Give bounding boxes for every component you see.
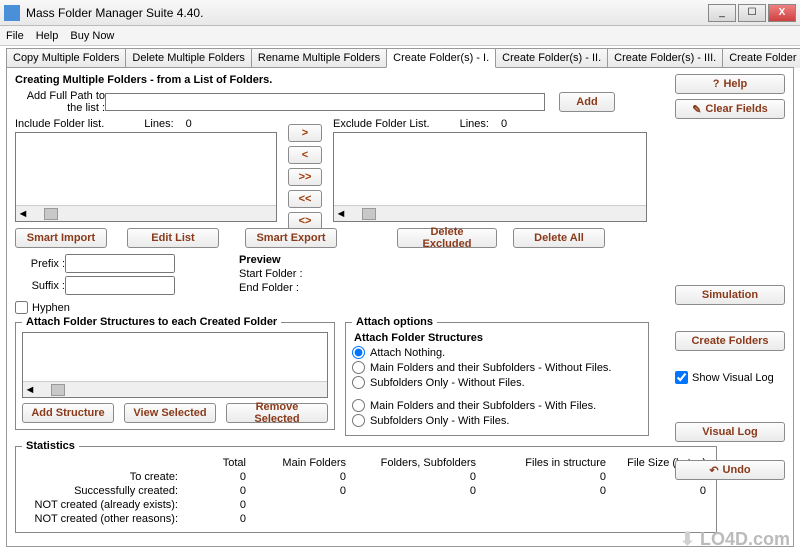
- move-left-button[interactable]: <: [288, 146, 322, 164]
- menu-help[interactable]: Help: [36, 30, 59, 42]
- opt-nothing[interactable]: Attach Nothing.: [352, 346, 642, 359]
- tab-create-2[interactable]: Create Folder(s) - II.: [495, 48, 608, 68]
- minimize-button[interactable]: _: [708, 4, 736, 22]
- smart-import-button[interactable]: Smart Import: [15, 228, 107, 248]
- include-list[interactable]: ◄: [15, 132, 277, 222]
- col-total: Total: [182, 456, 250, 470]
- remove-selected-button[interactable]: Remove Selected: [226, 403, 328, 423]
- client-area: Copy Multiple Folders Delete Multiple Fo…: [0, 46, 800, 556]
- smart-export-button[interactable]: Smart Export: [245, 228, 337, 248]
- attach-structures-group: Attach Folder Structures to each Created…: [15, 316, 335, 430]
- opt-main-with[interactable]: Main Folders and their Subfolders - With…: [352, 399, 642, 412]
- opt-sub-with[interactable]: Subfolders Only - With Files.: [352, 414, 642, 427]
- move-buttons: > < >> << <>: [288, 124, 322, 230]
- preview-label: Preview: [239, 254, 303, 266]
- close-button[interactable]: X: [768, 4, 796, 22]
- delete-excluded-button[interactable]: Delete Excluded: [397, 228, 497, 248]
- edit-list-button[interactable]: Edit List: [127, 228, 219, 248]
- menu-buy-now[interactable]: Buy Now: [70, 30, 114, 42]
- window-title: Mass Folder Manager Suite 4.40.: [26, 6, 706, 20]
- preview-start: Start Folder :: [239, 268, 303, 280]
- help-button-label: Help: [723, 78, 747, 90]
- show-visual-log-checkbox[interactable]: Show Visual Log: [675, 371, 785, 384]
- move-all-left-button[interactable]: <<: [288, 190, 322, 208]
- exclude-list[interactable]: ◄: [333, 132, 647, 222]
- maximize-button[interactable]: ☐: [738, 4, 766, 22]
- row-exists-label: NOT created (already exists):: [22, 498, 182, 512]
- delete-all-button[interactable]: Delete All: [513, 228, 605, 248]
- attach-options-group: Attach options Attach Folder Structures …: [345, 316, 649, 436]
- include-lines-count: 0: [186, 118, 192, 130]
- view-selected-button[interactable]: View Selected: [124, 403, 216, 423]
- exclude-lines-count: 0: [501, 118, 507, 130]
- row-success-label: Successfully created:: [22, 484, 182, 498]
- move-all-right-button[interactable]: >>: [288, 168, 322, 186]
- scrollbar[interactable]: ◄: [334, 205, 646, 221]
- tab-create-4[interactable]: Create Folder -IV.: [722, 48, 800, 68]
- exclude-label: Exclude Folder List.: [333, 118, 430, 130]
- row-toCreate-label: To create:: [22, 470, 182, 484]
- structures-list[interactable]: ◄: [22, 332, 328, 398]
- tab-rename[interactable]: Rename Multiple Folders: [251, 48, 387, 68]
- tab-create-3[interactable]: Create Folder(s) - III.: [607, 48, 723, 68]
- brush-icon: ✎: [692, 103, 701, 116]
- undo-button[interactable]: ↶ Undo: [675, 460, 785, 480]
- prefix-label: Prefix :: [15, 258, 65, 270]
- path-label: Add Full Path to the list :: [15, 90, 105, 114]
- suffix-input[interactable]: [65, 276, 175, 295]
- row-other-label: NOT created (other reasons):: [22, 512, 182, 526]
- preview-end: End Folder :: [239, 282, 303, 294]
- help-icon: ?: [713, 78, 720, 90]
- attach-options-subtitle: Attach Folder Structures: [354, 332, 642, 344]
- opt-main-without[interactable]: Main Folders and their Subfolders - With…: [352, 361, 642, 374]
- help-button[interactable]: ?Help: [675, 74, 785, 94]
- tab-create-1[interactable]: Create Folder(s) - I.: [386, 48, 496, 68]
- menubar: File Help Buy Now: [0, 26, 800, 46]
- undo-label: Undo: [723, 464, 751, 476]
- app-icon: [4, 5, 20, 21]
- watermark: ⬇ LO4D.com: [680, 529, 790, 550]
- show-visual-log-label: Show Visual Log: [692, 372, 774, 384]
- col-foldsub: Folders, Subfolders: [350, 456, 480, 470]
- section-title: Creating Multiple Folders - from a List …: [15, 74, 785, 86]
- prefix-input[interactable]: [65, 254, 175, 273]
- add-button[interactable]: Add: [559, 92, 615, 112]
- include-lines-label: Lines:: [144, 118, 173, 130]
- move-right-button[interactable]: >: [288, 124, 322, 142]
- tab-delete[interactable]: Delete Multiple Folders: [125, 48, 252, 68]
- path-input[interactable]: [105, 93, 545, 111]
- tab-bar: Copy Multiple Folders Delete Multiple Fo…: [6, 48, 794, 68]
- scrollbar[interactable]: ◄: [16, 205, 276, 221]
- clear-fields-label: Clear Fields: [705, 103, 767, 115]
- right-column: ?Help ✎ Clear Fields Simulation Create Fo…: [675, 74, 785, 480]
- col-main: Main Folders: [250, 456, 350, 470]
- tab-copy[interactable]: Copy Multiple Folders: [6, 48, 126, 68]
- attach-options-legend: Attach options: [352, 316, 437, 328]
- titlebar: Mass Folder Manager Suite 4.40. _ ☐ X: [0, 0, 800, 26]
- undo-icon: ↶: [709, 464, 718, 477]
- opt-sub-without[interactable]: Subfolders Only - Without Files.: [352, 376, 642, 389]
- statistics-grid: Total Main Folders Folders, Subfolders F…: [22, 456, 710, 526]
- statistics-legend: Statistics: [22, 440, 79, 452]
- col-files: Files in structure: [480, 456, 610, 470]
- exclude-lines-label: Lines:: [460, 118, 489, 130]
- attach-structures-legend: Attach Folder Structures to each Created…: [22, 316, 281, 328]
- hyphen-checkbox[interactable]: Hyphen: [15, 301, 215, 314]
- hyphen-label: Hyphen: [32, 302, 70, 314]
- tab-page: ?Help ✎ Clear Fields Simulation Create Fo…: [6, 67, 794, 547]
- statistics-group: Statistics Total Main Folders Folders, S…: [15, 440, 717, 533]
- menu-file[interactable]: File: [6, 30, 24, 42]
- scrollbar[interactable]: ◄: [23, 381, 327, 397]
- clear-fields-button[interactable]: ✎ Clear Fields: [675, 99, 785, 119]
- add-structure-button[interactable]: Add Structure: [22, 403, 114, 423]
- simulation-button[interactable]: Simulation: [675, 285, 785, 305]
- suffix-label: Suffix :: [15, 280, 65, 292]
- visual-log-button[interactable]: Visual Log: [675, 422, 785, 442]
- include-label: Include Folder list.: [15, 118, 104, 130]
- create-folders-button[interactable]: Create Folders: [675, 331, 785, 351]
